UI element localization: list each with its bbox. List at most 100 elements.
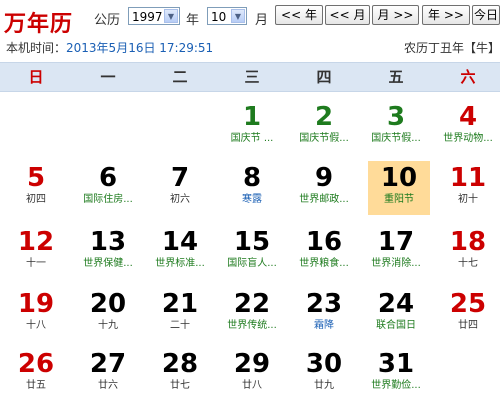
day-note: 十一: [26, 258, 46, 269]
day-cell[interactable]: 17 世界消除...: [364, 225, 428, 279]
day-cell[interactable]: 7 初六: [148, 161, 212, 215]
day-note: 世界保健...: [83, 258, 133, 269]
day-cell[interactable]: 15 国际盲人...: [220, 225, 284, 279]
prev-month-button[interactable]: << 月: [325, 5, 370, 25]
day-number: 16: [305, 227, 343, 257]
weekday-thu: 四: [316, 68, 332, 86]
weekday-fri: 五: [388, 68, 404, 86]
app-logo: 万年历: [4, 11, 74, 37]
day-number: 4: [458, 102, 478, 132]
day-number: 29: [233, 349, 271, 379]
day-note: 廿八: [242, 380, 262, 391]
day-cell-selected[interactable]: 10 重阳节: [368, 161, 430, 215]
local-time-label: 本机时间：: [6, 41, 67, 55]
day-note: 初四: [26, 194, 46, 205]
day-number: 13: [89, 227, 127, 257]
chevron-down-icon[interactable]: ▼: [231, 9, 245, 23]
today-button[interactable]: 今日: [472, 5, 500, 25]
day-number: 24: [377, 289, 415, 319]
day-note: 世界勤俭...: [371, 380, 421, 391]
day-cell[interactable]: 27 廿六: [76, 347, 140, 401]
month-select[interactable]: 10 ▼: [207, 7, 247, 25]
local-time-value: 2013年5月16日 17:29:51: [66, 41, 214, 55]
day-cell[interactable]: 19 十八: [4, 287, 68, 341]
day-note: 世界动物...: [443, 133, 493, 144]
day-cell[interactable]: 18 十七: [436, 225, 500, 279]
day-note: 国庆节假...: [371, 133, 421, 144]
day-note: 十九: [98, 320, 118, 331]
day-note: 廿四: [458, 320, 478, 331]
day-cell[interactable]: 2 国庆节假...: [292, 100, 356, 154]
day-cell[interactable]: 30 廿九: [292, 347, 356, 401]
weekday-tue: 二: [172, 68, 188, 86]
weekday-header: 日 一 二 三 四 五 六: [0, 62, 500, 92]
day-note: 二十: [170, 320, 190, 331]
day-cell[interactable]: 3 国庆节假...: [364, 100, 428, 154]
day-number: 18: [449, 227, 487, 257]
year-select-value: 1997: [132, 10, 163, 24]
day-note: 寒露: [242, 194, 262, 205]
day-note: 重阳节: [384, 194, 414, 205]
chevron-down-icon[interactable]: ▼: [164, 9, 178, 23]
day-cell[interactable]: 9 世界邮政...: [292, 161, 356, 215]
day-number: 30: [305, 349, 343, 379]
day-number: 10: [380, 163, 418, 193]
month-select-value: 10: [211, 10, 227, 24]
day-note: 廿六: [98, 380, 118, 391]
day-cell[interactable]: 12 十一: [4, 225, 68, 279]
day-number: 25: [449, 289, 487, 319]
day-number: 2: [314, 102, 334, 132]
day-number: 14: [161, 227, 199, 257]
year-label: 年: [186, 13, 200, 28]
next-year-button[interactable]: 年 >>: [422, 5, 470, 25]
day-note: 国庆节 ...: [230, 133, 274, 144]
day-number: 22: [233, 289, 271, 319]
day-cell[interactable]: 11 初十: [436, 161, 500, 215]
day-cell[interactable]: 31 世界勤俭...: [364, 347, 428, 401]
day-note: 联合国日: [376, 320, 416, 331]
day-cell[interactable]: 6 国际住房...: [76, 161, 140, 215]
day-note: 初十: [458, 194, 478, 205]
day-number: 8: [242, 163, 262, 193]
day-cell[interactable]: 1 国庆节 ...: [220, 100, 284, 154]
day-cell[interactable]: 5 初四: [4, 161, 68, 215]
day-cell[interactable]: 25 廿四: [436, 287, 500, 341]
day-cell[interactable]: 8 寒露: [220, 161, 284, 215]
day-note: 初六: [170, 194, 190, 205]
day-cell[interactable]: 24 联合国日: [364, 287, 428, 341]
day-number: 11: [449, 163, 487, 193]
day-number: 12: [17, 227, 55, 257]
day-number: 9: [314, 163, 334, 193]
day-number: 17: [377, 227, 415, 257]
day-cell[interactable]: 14 世界标准...: [148, 225, 212, 279]
day-note: 国际住房...: [83, 194, 133, 205]
day-cell[interactable]: 28 廿七: [148, 347, 212, 401]
day-cell[interactable]: 22 世界传统...: [220, 287, 284, 341]
year-select[interactable]: 1997 ▼: [128, 7, 180, 25]
day-number: 27: [89, 349, 127, 379]
day-cell[interactable]: 23 霜降: [292, 287, 356, 341]
day-cell[interactable]: 13 世界保健...: [76, 225, 140, 279]
day-number: 26: [17, 349, 55, 379]
weekday-sun: 日: [28, 68, 44, 86]
day-note: 廿七: [170, 380, 190, 391]
day-cell[interactable]: 4 世界动物...: [436, 100, 500, 154]
day-note: 世界传统...: [227, 320, 277, 331]
next-month-button[interactable]: 月 >>: [372, 5, 419, 25]
day-number: 31: [377, 349, 415, 379]
month-label: 月: [255, 13, 269, 28]
calendar-type-label: 公历: [94, 13, 121, 28]
day-number: 7: [170, 163, 190, 193]
day-cell[interactable]: 21 二十: [148, 287, 212, 341]
day-cell[interactable]: 16 世界粮食...: [292, 225, 356, 279]
day-cell[interactable]: 29 廿八: [220, 347, 284, 401]
day-note: 廿九: [314, 380, 334, 391]
day-note: 世界标准...: [155, 258, 205, 269]
weekday-mon: 一: [100, 68, 116, 86]
day-cell[interactable]: 20 十九: [76, 287, 140, 341]
day-number: 6: [98, 163, 118, 193]
day-number: 5: [26, 163, 46, 193]
day-cell[interactable]: 26 廿五: [4, 347, 68, 401]
prev-year-button[interactable]: << 年: [275, 5, 323, 25]
weekday-sat: 六: [460, 68, 476, 86]
